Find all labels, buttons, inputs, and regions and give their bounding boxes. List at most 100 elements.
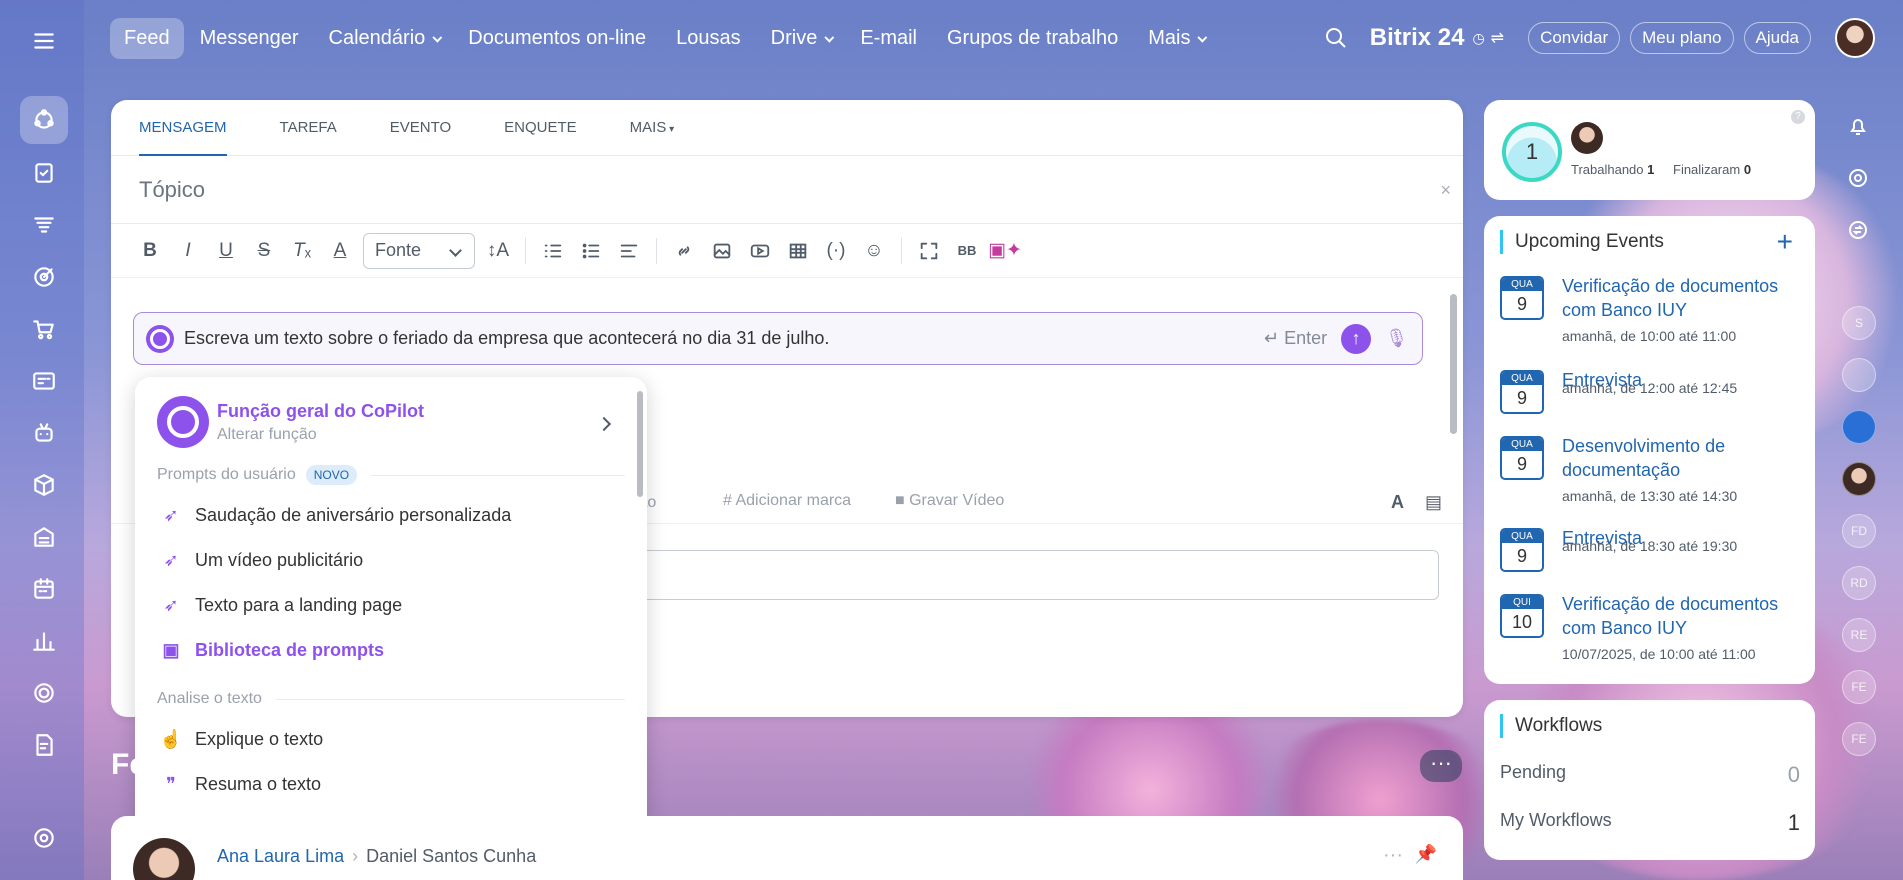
settings-icon[interactable]	[20, 814, 68, 862]
nav-item-4[interactable]: Lousas	[662, 18, 755, 59]
nav-item-8[interactable]: Mais	[1134, 18, 1217, 59]
copilot-prompt-input[interactable]: Escreva um texto sobre o feriado da empr…	[133, 312, 1423, 365]
more-icon[interactable]: ···	[1383, 844, 1403, 867]
pending-workflows[interactable]: 0 Pending	[1500, 762, 1800, 787]
tab-tarefa[interactable]: TAREFA	[280, 100, 337, 155]
add-event-button[interactable]: +	[1777, 226, 1793, 258]
copilot-icon[interactable]	[20, 669, 68, 717]
prompt-item[interactable]: ➶ Um vídeo publicitário	[135, 538, 647, 583]
brand-logo[interactable]: Bitrix 24	[1370, 24, 1465, 52]
event-title[interactable]: Verificação de documentos com Banco IUY	[1562, 592, 1802, 640]
image-icon[interactable]	[703, 234, 741, 268]
table-icon[interactable]	[779, 234, 817, 268]
post-author-avatar[interactable]	[133, 838, 195, 880]
analytics-icon[interactable]	[20, 617, 68, 665]
numbered-list-icon[interactable]	[534, 234, 572, 268]
docs-icon[interactable]	[20, 721, 68, 769]
prompt-item[interactable]: ➶ Texto para a landing page	[135, 583, 647, 628]
tasks-icon[interactable]	[20, 149, 68, 197]
close-icon[interactable]: ×	[1440, 180, 1451, 201]
prompt-item[interactable]: ➶ Saudação de aniversário personalizada	[135, 493, 647, 538]
align-icon[interactable]	[610, 234, 648, 268]
text-color-icon[interactable]: A	[321, 234, 359, 268]
shop-icon[interactable]	[20, 305, 68, 353]
font-select[interactable]: Fonte	[363, 232, 475, 269]
panel-icon[interactable]: ▤	[1425, 492, 1442, 513]
side-avatar[interactable]: FE	[1842, 722, 1876, 756]
side-avatar[interactable]	[1842, 462, 1876, 496]
analyze-item[interactable]: ❞ Resuma o texto	[135, 762, 647, 807]
topic-field[interactable]: Tópico ×	[111, 156, 1463, 224]
event-title[interactable]: Verificação de documentos com Banco IUY	[1562, 274, 1802, 322]
fullscreen-icon[interactable]	[910, 234, 948, 268]
side-avatar[interactable]	[1842, 358, 1876, 392]
inventory-icon[interactable]	[20, 513, 68, 561]
recipient-field[interactable]	[531, 550, 1439, 600]
link-icon[interactable]	[665, 234, 703, 268]
record-video-action[interactable]: ■ Gravar Vídeo	[895, 492, 1004, 510]
post-recipient[interactable]: Daniel Santos Cunha	[366, 846, 536, 866]
bbcode-icon[interactable]: BB	[948, 234, 986, 268]
analyze-item[interactable]: ☝ Explique o texto	[135, 717, 647, 762]
clear-format-icon[interactable]: Tₓ	[283, 234, 321, 268]
help-button[interactable]: Ajuda	[1743, 22, 1811, 54]
work-counter[interactable]: 1	[1502, 122, 1562, 182]
tab-mensagem[interactable]: MENSAGEM	[139, 100, 227, 156]
code-icon[interactable]: (·)	[817, 234, 855, 268]
menu-icon[interactable]	[20, 17, 68, 65]
marketing-icon[interactable]	[20, 253, 68, 301]
my-workflows[interactable]: 1 My Workflows	[1500, 810, 1800, 835]
crm-icon[interactable]	[20, 201, 68, 249]
sliders-icon[interactable]: ⇌	[1491, 28, 1504, 48]
sites-icon[interactable]	[20, 357, 68, 405]
nav-item-7[interactable]: Grupos de trabalho	[933, 18, 1132, 59]
nav-item-5[interactable]: Drive	[757, 18, 845, 59]
booking-icon[interactable]	[20, 565, 68, 613]
editor-scrollbar[interactable]	[1449, 286, 1457, 456]
bold-icon[interactable]: B	[131, 234, 169, 268]
emoji-icon[interactable]: ☺	[855, 234, 893, 268]
feed-more-button[interactable]: ···	[1420, 750, 1462, 782]
menu-scrollbar[interactable]	[637, 383, 643, 831]
tab-mais[interactable]: MAIS ▾	[630, 100, 675, 155]
side-avatar[interactable]: FD	[1842, 514, 1876, 548]
tab-enquete[interactable]: ENQUETE	[504, 100, 577, 155]
prompt-library-item[interactable]: ▣ Biblioteca de prompts	[135, 628, 647, 673]
side-avatar[interactable]: RE	[1842, 618, 1876, 652]
post-author-name[interactable]: Ana Laura Lima	[217, 846, 344, 866]
catalog-icon[interactable]	[20, 461, 68, 509]
working-user-avatar[interactable]	[1571, 122, 1603, 154]
nav-item-6[interactable]: E-mail	[846, 18, 931, 59]
copilot-chat-icon[interactable]	[1843, 163, 1873, 193]
feed-icon[interactable]	[20, 96, 68, 144]
side-avatar[interactable]: FE	[1842, 670, 1876, 704]
strikethrough-icon[interactable]: S	[245, 234, 283, 268]
automation-icon[interactable]	[20, 409, 68, 457]
user-avatar[interactable]	[1835, 18, 1875, 58]
tag-action[interactable]: # Adicionar marca	[723, 492, 851, 510]
search-icon[interactable]	[1324, 26, 1348, 50]
invite-button[interactable]: Convidar	[1528, 22, 1621, 54]
underline-icon[interactable]: U	[207, 234, 245, 268]
event-title[interactable]: Desenvolvimento de documentação	[1562, 434, 1802, 482]
nav-item-1[interactable]: Messenger	[186, 18, 313, 59]
nav-item-3[interactable]: Documentos on-line	[454, 18, 660, 59]
help-icon[interactable]: ?	[1791, 110, 1805, 124]
bell-icon[interactable]	[1843, 111, 1873, 141]
text-format-icon[interactable]: A	[1391, 492, 1404, 513]
nav-item-2[interactable]: Calendário	[315, 18, 453, 59]
bookmark-icon[interactable]	[1842, 410, 1876, 444]
side-avatar[interactable]: RD	[1842, 566, 1876, 600]
send-button[interactable]: ↑	[1341, 323, 1372, 354]
copilot-role-selector[interactable]: Função geral do CoPilot Alterar função	[135, 377, 647, 449]
tab-evento[interactable]: EVENTO	[390, 100, 451, 155]
font-size-icon[interactable]: ↕A	[479, 234, 517, 268]
pin-icon[interactable]: 📌	[1415, 844, 1437, 865]
sync-icon[interactable]	[1843, 215, 1873, 245]
bullet-list-icon[interactable]	[572, 234, 610, 268]
microphone-icon[interactable]: 🎙	[1385, 328, 1408, 349]
ai-image-icon[interactable]: ▣✦	[986, 234, 1024, 268]
nav-item-0[interactable]: Feed	[110, 17, 184, 59]
plan-button[interactable]: Meu plano	[1630, 22, 1734, 54]
video-icon[interactable]	[741, 234, 779, 268]
